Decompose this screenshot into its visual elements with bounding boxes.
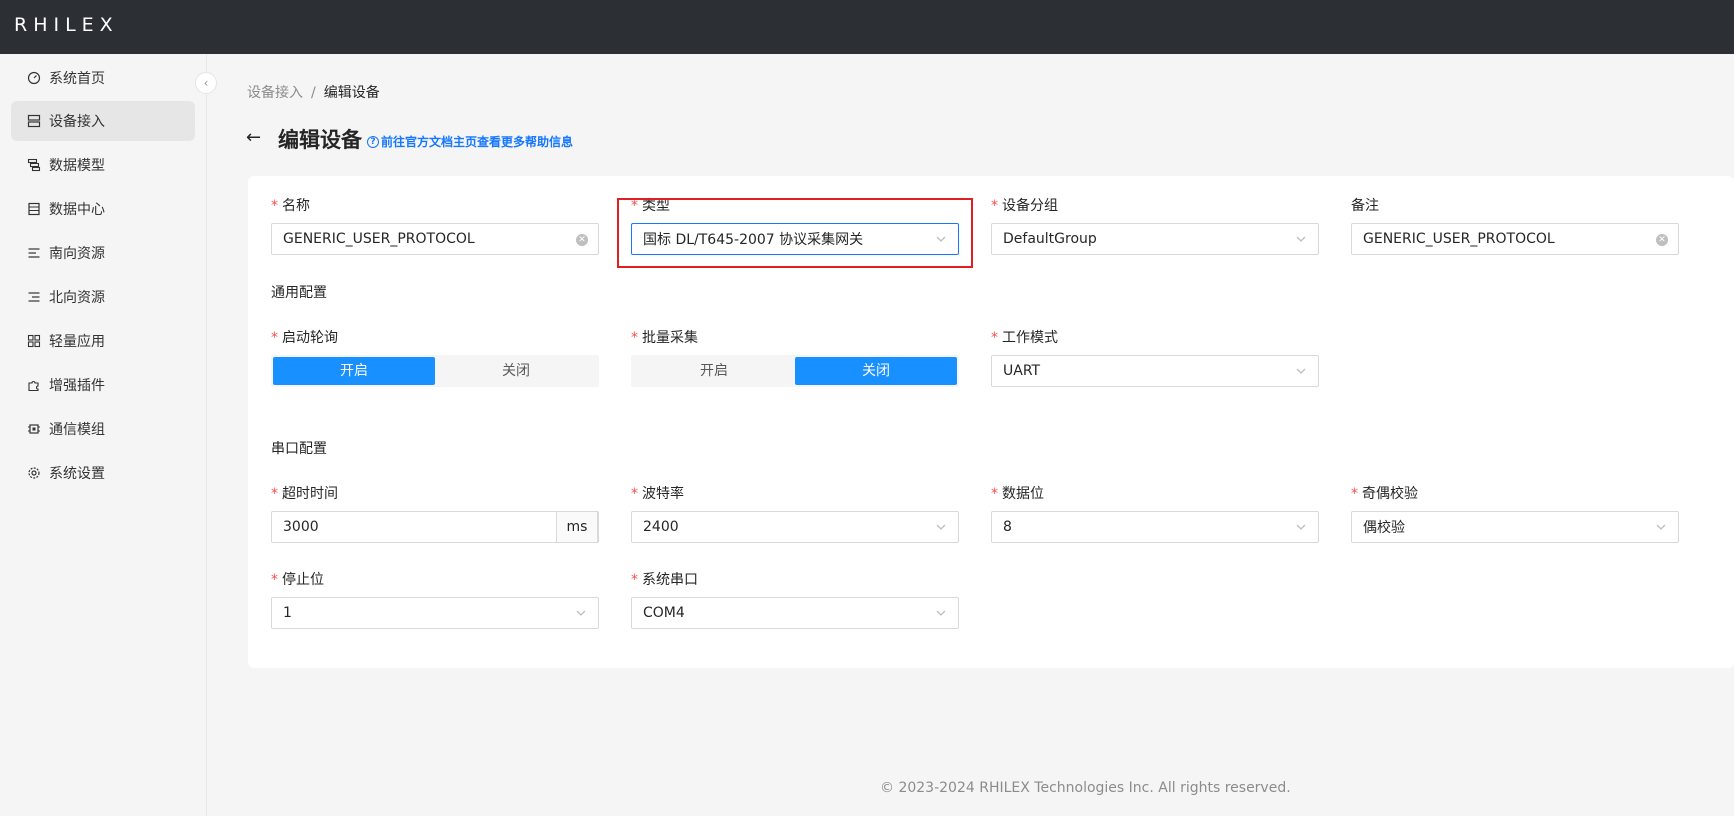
- sidebar-item-label: 数据模型: [49, 158, 105, 174]
- sidebar-item-plugin[interactable]: 增强插件: [11, 365, 195, 405]
- stop-bits-select[interactable]: 1: [271, 597, 599, 629]
- name-label: * 名称: [271, 198, 310, 214]
- gear-icon: [27, 466, 41, 480]
- auto-poll-on[interactable]: 开启: [273, 357, 435, 385]
- sidebar-item-home[interactable]: 系统首页: [11, 58, 195, 98]
- batch-toggle[interactable]: 开启 关闭: [631, 355, 959, 387]
- data-bits-select[interactable]: 8: [991, 511, 1319, 543]
- batch-on[interactable]: 开启: [633, 357, 795, 385]
- footer-copyright: © 2023-2024 RHILEX Technologies Inc. All…: [880, 780, 1291, 796]
- breadcrumb-current: 编辑设备: [323, 85, 380, 101]
- name-input[interactable]: GENERIC_USER_PROTOCOL ✕: [271, 223, 599, 255]
- port-label: * 系统串口: [631, 572, 698, 588]
- sidebar-item-north[interactable]: 北向资源: [11, 277, 195, 317]
- breadcrumb-parent[interactable]: 设备接入: [247, 85, 303, 101]
- auto-poll-toggle[interactable]: 开启 关闭: [271, 355, 599, 387]
- sidebar-item-settings[interactable]: 系统设置: [11, 453, 195, 493]
- auto-poll-label: * 启动轮询: [271, 330, 338, 346]
- sidebar-item-label: 增强插件: [49, 378, 105, 394]
- remark-input[interactable]: GENERIC_USER_PROTOCOL ✕: [1351, 223, 1679, 255]
- breadcrumb: 设备接入 / 编辑设备: [247, 82, 380, 102]
- work-mode-select[interactable]: UART: [991, 355, 1319, 387]
- breadcrumb-separator: /: [311, 85, 316, 101]
- chevron-down-icon: [934, 606, 948, 620]
- dashboard-icon: [27, 71, 41, 85]
- group-label: * 设备分组: [991, 198, 1058, 214]
- data-center-icon: [27, 202, 41, 216]
- apps-icon: [27, 334, 41, 348]
- batch-off[interactable]: 关闭: [795, 357, 957, 385]
- chevron-down-icon: [934, 520, 948, 534]
- chevron-down-icon: [1294, 232, 1308, 246]
- chip-icon: [27, 422, 41, 436]
- auto-poll-off[interactable]: 关闭: [435, 357, 597, 385]
- clear-icon[interactable]: ✕: [1656, 234, 1668, 246]
- sidebar-item-label: 数据中心: [49, 202, 105, 218]
- sidebar-item-south[interactable]: 南向资源: [11, 233, 195, 273]
- help-link-text: 前往官方文档主页查看更多帮助信息: [381, 135, 574, 149]
- sidebar-item-data-center[interactable]: 数据中心: [11, 189, 195, 229]
- top-bar: RHILEX: [0, 0, 1734, 54]
- logo[interactable]: RHILEX: [14, 14, 119, 36]
- sidebar-collapse-button[interactable]: ‹: [195, 72, 217, 94]
- timeout-label: * 超时时间: [271, 486, 338, 502]
- plugin-icon: [27, 378, 41, 392]
- port-select[interactable]: COM4: [631, 597, 959, 629]
- chevron-down-icon: [1294, 364, 1308, 378]
- clear-icon[interactable]: ✕: [576, 234, 588, 246]
- data-bits-label: * 数据位: [991, 486, 1044, 502]
- serial-section-title: 串口配置: [271, 441, 327, 457]
- parity-select[interactable]: 偶校验: [1351, 511, 1679, 543]
- chevron-down-icon: [574, 606, 588, 620]
- work-mode-label: * 工作模式: [991, 330, 1058, 346]
- sidebar-item-device[interactable]: 设备接入: [11, 101, 195, 141]
- device-icon: [27, 114, 41, 128]
- back-arrow-icon[interactable]: ←: [246, 127, 261, 148]
- baud-label: * 波特率: [631, 486, 684, 502]
- sidebar-item-apps[interactable]: 轻量应用: [11, 321, 195, 361]
- type-select[interactable]: 国标 DL/T645-2007 协议采集网关: [631, 223, 959, 255]
- parity-label: * 奇偶校验: [1351, 486, 1418, 502]
- question-circle-icon: ?: [367, 135, 379, 148]
- chevron-down-icon: [1654, 520, 1668, 534]
- page-title: 编辑设备: [278, 128, 362, 152]
- sidebar-item-comm-module[interactable]: 通信模组: [11, 409, 195, 449]
- remark-label: 备注: [1351, 198, 1379, 214]
- batch-label: * 批量采集: [631, 330, 698, 346]
- sidebar-item-label: 系统首页: [49, 71, 105, 87]
- baud-select[interactable]: 2400: [631, 511, 959, 543]
- group-select[interactable]: DefaultGroup: [991, 223, 1319, 255]
- sidebar-item-label: 南向资源: [49, 246, 105, 262]
- timeout-input[interactable]: 3000 ms: [271, 511, 599, 543]
- general-section-title: 通用配置: [271, 285, 327, 301]
- data-model-icon: [27, 158, 41, 172]
- south-resource-icon: [27, 246, 41, 260]
- stop-bits-label: * 停止位: [271, 572, 324, 588]
- sidebar-item-label: 设备接入: [49, 114, 105, 130]
- timeout-unit: ms: [556, 511, 598, 543]
- help-link[interactable]: ? 前往官方文档主页查看更多帮助信息: [367, 133, 573, 150]
- north-resource-icon: [27, 290, 41, 304]
- sidebar-item-label: 轻量应用: [49, 334, 105, 350]
- type-label: * 类型: [631, 198, 670, 214]
- sidebar-item-label: 系统设置: [49, 466, 105, 482]
- chevron-down-icon: [1294, 520, 1308, 534]
- sidebar-item-data-model[interactable]: 数据模型: [11, 145, 195, 185]
- sidebar-item-label: 通信模组: [49, 422, 105, 438]
- sidebar-item-label: 北向资源: [49, 290, 105, 306]
- chevron-down-icon: [934, 232, 948, 246]
